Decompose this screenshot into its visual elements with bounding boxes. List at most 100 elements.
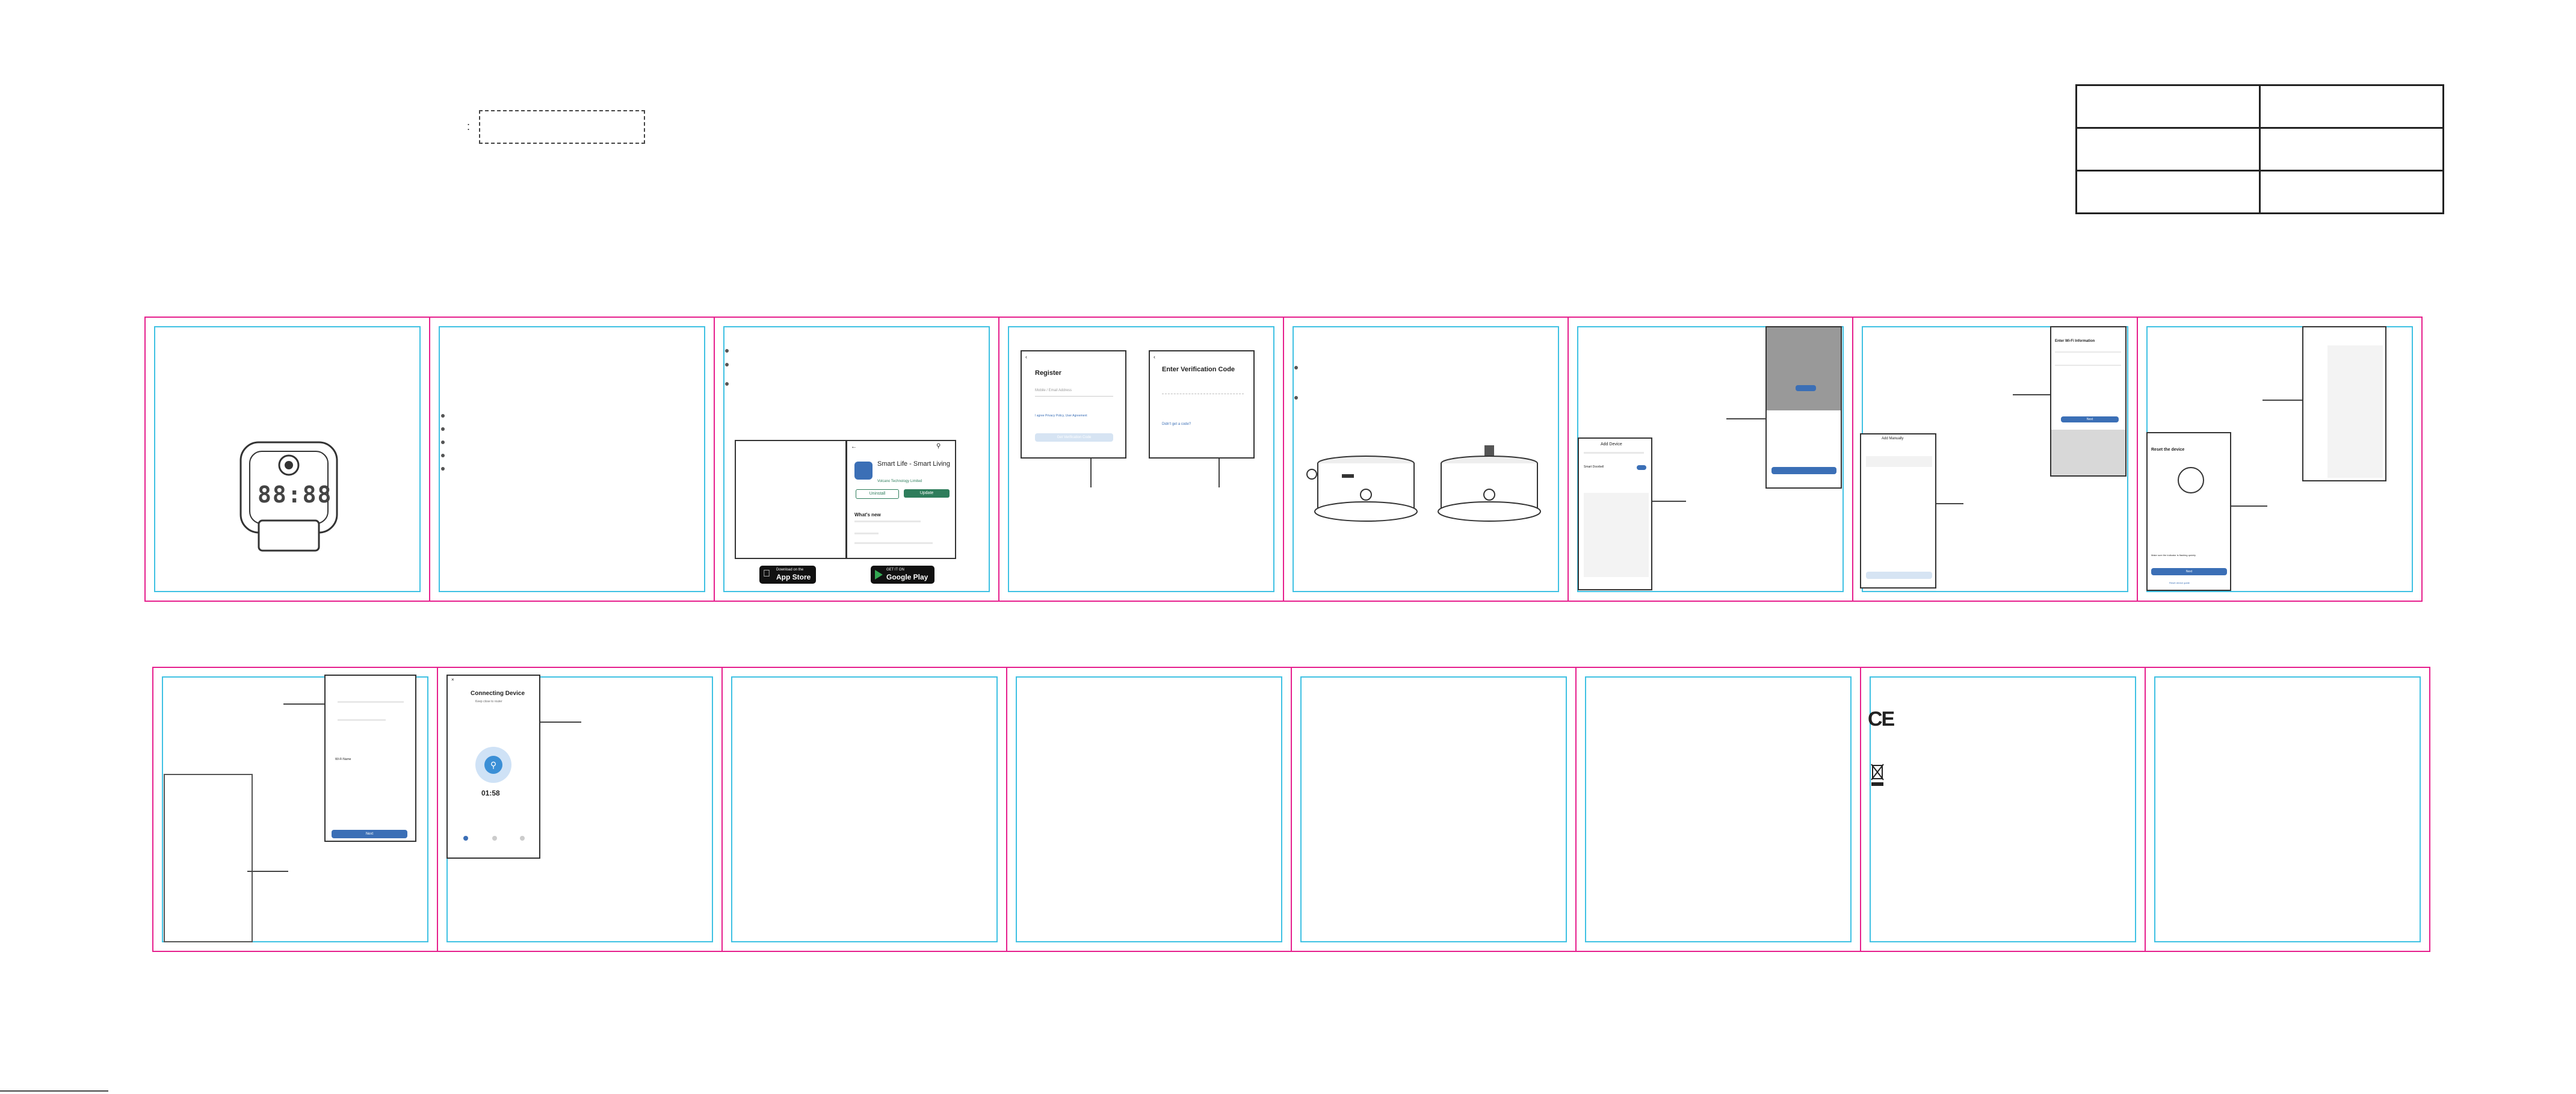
callout-line [1219,459,1220,487]
callout-line [247,871,288,872]
bullet-dot [441,440,445,444]
connecting-title: Connecting Device [471,690,525,697]
ce-mark: CE [1868,708,1895,731]
text-line [854,542,933,544]
back-icon[interactable]: ‹ [1154,354,1155,360]
apple-icon:  [763,569,770,579]
connecting-subtitle: Keep close to router [475,700,502,703]
google-badge-big-text: Google Play [886,573,928,581]
callout-line [2231,505,2267,507]
app-store-badge[interactable]:  Download on the App Store [759,566,816,584]
wifi-next-button[interactable]: Next [2061,416,2119,422]
callout-line [2262,400,2302,401]
verify-title: Enter Verification Code [1162,366,1235,373]
wifi-screen: Enter Wi-Fi Information Next [2050,326,2127,477]
bullet-dot [441,414,445,418]
page-inner-14 [1585,676,1852,942]
add-device-screen: Add Device Smart Doorbell [1578,437,1652,590]
text-line [854,521,921,522]
text-line [2055,365,2121,366]
catalog-grid[interactable] [2327,345,2383,478]
bullet-dot [441,467,445,471]
spec-table [2075,84,2444,214]
app-logo-icon [854,462,873,480]
uninstall-button[interactable]: Uninstall [856,489,899,499]
bullet-dot [1294,366,1298,369]
whats-new-label: What's new [854,512,881,518]
register-screen: ‹ Register Mobile / Email Address I agre… [1021,350,1126,459]
bullet-dot [725,349,729,353]
callout-line [1936,503,1963,504]
callout-line [1090,459,1092,487]
app-developer: Volcano Technology Limited [877,480,922,483]
category-grid [1584,493,1649,577]
connecting-screen: × Connecting Device Keep close to router… [446,675,540,859]
step-dot [463,836,468,841]
back-icon[interactable]: ‹ [1025,354,1027,360]
bullet-dot [1294,396,1298,400]
list-row[interactable] [1866,456,1932,467]
google-badge-small-text: GET IT ON [886,568,904,572]
wifi-name-item[interactable]: Wi-Fi Name [335,758,351,761]
play-icon [875,570,883,579]
text-line [338,719,386,721]
step-dot [492,836,497,841]
wifi-title: Enter Wi-Fi Information [2055,339,2095,343]
dim-overlay [1767,327,1841,410]
apple-badge-small-text: Download on the [776,568,804,572]
get-code-button[interactable]: Get Verification Code [1035,433,1113,442]
reset-device-icon [2178,467,2204,493]
bullet-dot [441,427,445,431]
reset-next-button[interactable]: Next [2151,568,2227,575]
add-device-title: Add Device [1601,442,1622,447]
callout-line [2013,394,2050,395]
resend-link[interactable]: Didn't get a code? [1162,422,1191,426]
wifi-next-button-2[interactable]: Next [332,830,407,838]
done-button[interactable] [1771,467,1836,474]
page-inner-11 [731,676,998,942]
device-found-screen [1765,326,1842,489]
keyboard[interactable] [2051,430,2125,475]
agree-text[interactable]: I agree Privacy Policy, User Agreement [1035,414,1087,418]
base-illustration-left [1306,456,1418,522]
page-inner-12 [1016,676,1282,942]
step-dot [520,836,525,841]
table-cell [2075,170,2261,214]
table-cell [2259,127,2444,172]
apple-badge-big-text: App Store [776,573,811,581]
callout-line [283,703,324,705]
back-icon[interactable]: ← [851,443,857,450]
update-button[interactable]: Update [904,489,950,498]
reset-guide-link[interactable]: Reset device guide [2169,581,2190,584]
next-button[interactable] [1866,572,1932,579]
text-line [1584,452,1644,454]
clock-digits: 88:88 [258,481,333,508]
app-store-screen: ← ⚲ Smart Life - Smart Living Volcano Te… [846,440,956,559]
base-illustration-right [1438,445,1541,522]
go-to-add-button[interactable] [1796,385,1816,391]
countdown-timer: 01:58 [481,789,500,797]
page-inner-16 [2154,676,2421,942]
progress-core: ⚲ [484,756,502,774]
page-inner-13 [1300,676,1567,942]
callout-line [1652,501,1686,502]
close-icon[interactable]: × [451,677,454,682]
verify-screen: ‹ Enter Verification Code Didn't get a c… [1149,350,1255,459]
google-play-badge[interactable]: GET IT ON Google Play [871,566,934,584]
table-cell [2075,127,2261,172]
code-boxes[interactable] [1162,386,1244,394]
register-input[interactable]: Mobile / Email Address [1035,385,1113,397]
register-title: Register [1035,369,1062,377]
table-cell [2259,84,2444,129]
bullet-dot [725,363,729,366]
device-list-screen: Add Manually [1860,433,1936,589]
page-inner-2 [439,326,705,592]
bottom-rule [0,1090,108,1092]
app-name: Smart Life - Smart Living [877,460,951,468]
reset-confirm-text[interactable]: Make sure the indicator is flashing quic… [2151,554,2196,557]
wifi-select-screen: Wi-Fi Name Next [324,675,416,842]
add-button[interactable] [1637,465,1646,470]
add-device-item[interactable]: Smart Doorbell [1584,465,1604,469]
search-icon[interactable]: ⚲ [936,443,941,450]
callout-line [540,722,581,723]
